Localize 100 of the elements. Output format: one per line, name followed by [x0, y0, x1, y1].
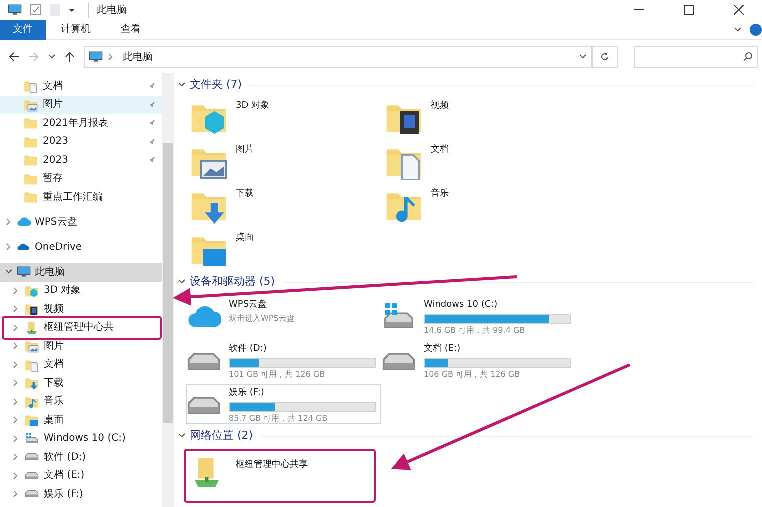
- group-header[interactable]: 文件夹 (7): [190, 76, 242, 94]
- windows-drive-icon: [25, 432, 39, 446]
- network-location-tile[interactable]: 枢纽管理中心共享: [184, 449, 376, 503]
- chevron-icon[interactable]: [12, 434, 20, 443]
- checkbox-icon[interactable]: [30, 4, 42, 16]
- search-field[interactable]: [634, 46, 758, 68]
- ribbon-tab[interactable]: 计算机: [48, 20, 104, 40]
- chevron-icon[interactable]: [734, 26, 742, 34]
- folder-tile[interactable]: 3D 对象: [190, 98, 385, 138]
- group-header[interactable]: 网络位置 (2): [190, 428, 254, 444]
- drive-tile[interactable]: 文档 (E:) 106 GB 可用，共 126 GB: [381, 340, 576, 380]
- dropdown-icon[interactable]: [68, 6, 76, 14]
- cloud-icon: [17, 217, 31, 227]
- sidebar-item[interactable]: 暂存: [0, 170, 162, 188]
- sidebar-item[interactable]: 文档 (E:): [0, 466, 162, 485]
- sidebar-item[interactable]: 桌面: [0, 411, 162, 430]
- pin-icon[interactable]: [148, 138, 156, 146]
- sidebar-item[interactable]: 文档: [0, 77, 162, 96]
- download-folder-icon: [25, 376, 39, 390]
- sidebar-item[interactable]: Windows 10 (C:): [0, 430, 162, 448]
- ribbon-tab[interactable]: 文件: [0, 20, 46, 40]
- help-icon[interactable]: [750, 24, 762, 36]
- chevron-icon[interactable]: [5, 218, 13, 226]
- close-icon: [734, 5, 744, 15]
- sidebar-item[interactable]: 3D 对象: [0, 282, 162, 300]
- chevron-icon[interactable]: [12, 398, 20, 406]
- scrollbar[interactable]: [162, 73, 174, 507]
- drive-icon: [382, 352, 416, 370]
- pin-icon[interactable]: [148, 156, 156, 164]
- chevron-icon[interactable]: [12, 472, 20, 480]
- refresh-button[interactable]: [592, 46, 618, 68]
- drive-tile[interactable]: Windows 10 (C:) 14.6 GB 可用，共 99.4 GB: [381, 296, 576, 336]
- sidebar-item[interactable]: 此电脑: [0, 262, 162, 282]
- drive-tile[interactable]: 娱乐 (F:) 85.7 GB 可用，共 124 GB: [186, 384, 381, 424]
- sidebar-item[interactable]: 视频: [0, 300, 162, 318]
- drive-subtitle: 双击进入WPS云盘: [229, 312, 296, 324]
- sidebar-item[interactable]: OneDrive: [0, 238, 162, 256]
- chevron-icon[interactable]: [5, 243, 13, 251]
- search-icon: [743, 52, 753, 62]
- drive-icon: [25, 472, 39, 480]
- monitor-icon: [17, 265, 31, 279]
- sidebar-item[interactable]: 下载: [0, 374, 162, 392]
- forward-arrow-icon[interactable]: [28, 51, 40, 63]
- folder-tile[interactable]: 下载: [190, 186, 385, 226]
- drive-space: 106 GB 可用，共 126 GB: [424, 368, 522, 380]
- chevron-icon[interactable]: [178, 81, 186, 89]
- drive-icon: [25, 490, 39, 498]
- chevron-icon[interactable]: [12, 305, 20, 314]
- drive-space: 101 GB 可用，共 126 GB: [229, 368, 326, 380]
- chevron-icon[interactable]: [178, 278, 186, 286]
- folder-tile[interactable]: 音乐: [385, 186, 754, 226]
- sidebar-item[interactable]: 娱乐 (F:): [0, 485, 162, 504]
- sidebar-item[interactable]: WPS云盘: [0, 212, 162, 232]
- chevron-icon[interactable]: [12, 286, 20, 295]
- chevron-icon[interactable]: [12, 360, 20, 369]
- chevron-icon[interactable]: [106, 53, 115, 61]
- sidebar-item[interactable]: 2021年月报表: [0, 114, 162, 132]
- drive-label: 文档 (E:): [424, 343, 462, 356]
- chevron-icon[interactable]: [12, 490, 20, 498]
- pin-icon[interactable]: [148, 82, 156, 90]
- sidebar-item[interactable]: 2023: [0, 132, 162, 151]
- sidebar-item[interactable]: 重点工作汇编: [0, 188, 162, 206]
- up-arrow-icon[interactable]: [64, 51, 76, 63]
- drive-icon: [25, 453, 39, 462]
- ribbon-tab[interactable]: 查看: [108, 20, 154, 40]
- drive-tile[interactable]: WPS云盘 双击进入WPS云盘: [186, 296, 381, 336]
- drive-tile[interactable]: 软件 (D:) 101 GB 可用，共 126 GB: [186, 340, 381, 380]
- pin-icon[interactable]: [148, 100, 156, 109]
- scrollbar-thumb[interactable]: [163, 143, 173, 423]
- monitor-icon: [88, 50, 103, 64]
- folder-tile[interactable]: 视频: [385, 98, 754, 138]
- sidebar-item[interactable]: 图片: [0, 337, 162, 356]
- chevron-icon[interactable]: [48, 53, 56, 61]
- sidebar-item[interactable]: 软件 (D:): [0, 448, 162, 466]
- drive-icon: [187, 396, 221, 414]
- cloud-icon: [17, 242, 31, 252]
- chevron-icon[interactable]: [12, 379, 20, 388]
- folder-tile[interactable]: 图片: [190, 142, 385, 182]
- sidebar-item[interactable]: 枢纽管理中心共: [0, 318, 162, 337]
- sidebar-item[interactable]: 图片: [0, 96, 162, 114]
- drive-space: 14.6 GB 可用，共 99.4 GB: [424, 324, 526, 336]
- chevron-icon[interactable]: [5, 268, 13, 276]
- group-header[interactable]: 设备和驱动器 (5): [190, 274, 276, 290]
- chevron-icon[interactable]: [12, 324, 20, 332]
- drive-label: 软件 (D:): [229, 343, 268, 356]
- folder-tile[interactable]: 文档: [385, 142, 754, 182]
- chevron-icon[interactable]: [12, 342, 20, 350]
- sidebar-item[interactable]: 文档: [0, 356, 162, 374]
- address-path: 此电脑: [122, 50, 153, 64]
- chevron-icon[interactable]: [12, 453, 20, 462]
- pin-icon[interactable]: [148, 119, 156, 128]
- sidebar-item[interactable]: 2023: [0, 151, 162, 170]
- address-field[interactable]: 此电脑: [84, 46, 592, 68]
- chevron-icon[interactable]: [178, 432, 186, 440]
- chevron-icon[interactable]: [12, 416, 20, 424]
- back-arrow-icon[interactable]: [8, 51, 20, 63]
- chevron-icon[interactable]: [579, 53, 588, 61]
- folder-icon: [24, 190, 38, 204]
- sidebar-item[interactable]: 音乐: [0, 392, 162, 411]
- folder-tile[interactable]: 桌面: [190, 230, 385, 270]
